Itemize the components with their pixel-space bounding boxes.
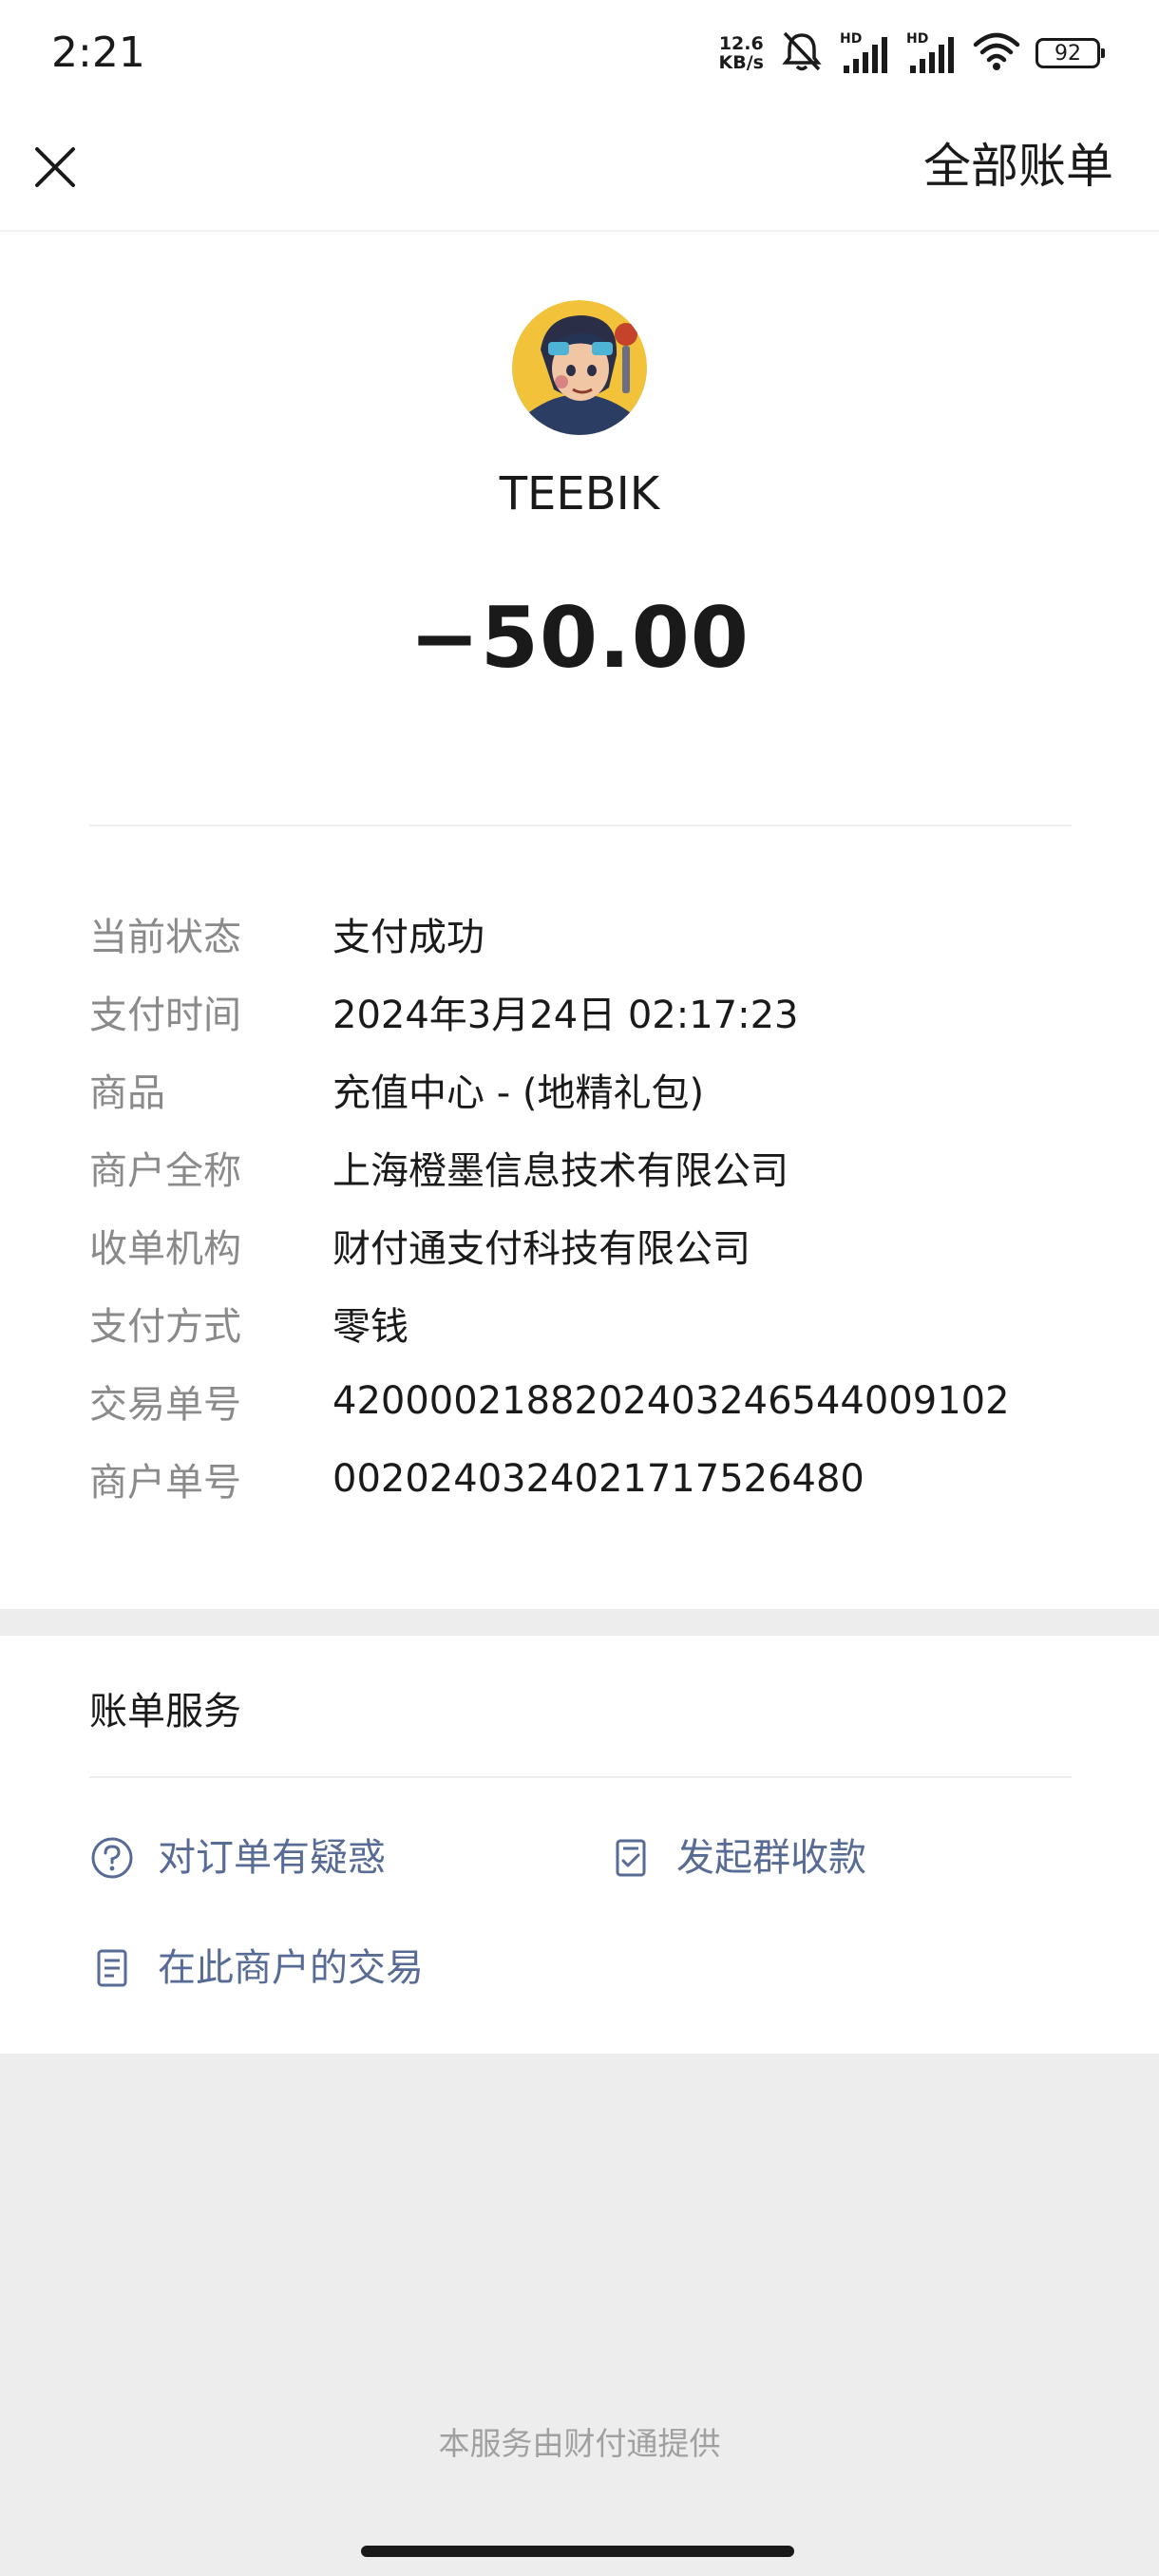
detail-value: 上海橙墨信息技术有限公司	[332, 1149, 788, 1193]
home-indicator[interactable]	[361, 2546, 794, 2557]
mute-icon	[779, 29, 825, 77]
detail-value: 002024032402171752648​0	[332, 1457, 864, 1501]
detail-value: 2024年3月24日 02:17:23	[332, 994, 799, 1037]
battery-level: 92	[1054, 41, 1081, 66]
divider	[89, 1776, 1072, 1778]
merchant-trades-label: 在此商户的交易	[158, 1946, 424, 1990]
merchant-avatar[interactable]	[512, 300, 647, 435]
order-question-button[interactable]: 对订单有疑惑	[89, 1831, 386, 1885]
status-time: 2:21	[51, 28, 145, 77]
group-collect-button[interactable]: 发起群收款	[608, 1831, 866, 1885]
wifi-icon	[973, 31, 1020, 75]
detail-row-transaction-id: 交易单号 4200002188202403246544009102	[89, 1362, 1072, 1440]
signal-strength-2-icon: HD	[906, 31, 958, 75]
status-bar: 2:21 12.6 KB/s HD HD 92	[0, 0, 1159, 106]
detail-row-merchant-fullname: 商户全称 上海橙墨信息技术有限公司	[89, 1128, 1072, 1206]
detail-value: 零钱	[332, 1305, 408, 1349]
detail-row-acquirer: 收单机构 财付通支付科技有限公司	[89, 1206, 1072, 1284]
status-icons: 12.6 KB/s HD HD 92	[719, 28, 1105, 78]
question-circle-icon	[89, 1835, 135, 1881]
detail-label: 收单机构	[89, 1227, 241, 1271]
battery-icon: 92	[1036, 38, 1105, 68]
detail-row-payment-method: 支付方式 零钱	[89, 1284, 1072, 1362]
merchant-name: TEEBIK	[499, 467, 660, 521]
detail-label: 交易单号	[89, 1383, 241, 1427]
detail-label: 当前状态	[89, 916, 241, 959]
transaction-amount: −50.00	[408, 589, 750, 687]
detail-list: 当前状态 支付成功 支付时间 2024年3月24日 02:17:23 商品 充值…	[89, 895, 1072, 1518]
detail-label: 商户单号	[89, 1461, 241, 1505]
detail-value: 4200002188202403246544009102	[332, 1379, 1010, 1423]
close-button[interactable]	[28, 141, 82, 194]
order-question-label: 对订单有疑惑	[158, 1836, 386, 1880]
detail-value: 支付成功	[332, 916, 484, 959]
nav-bar: 全部账单	[0, 106, 1159, 232]
bill-service-section: 账单服务 对订单有疑惑 发起群收款 在此商户的交易	[0, 1636, 1159, 2054]
detail-row-status: 当前状态 支付成功	[89, 895, 1072, 973]
merchant-trades-button[interactable]: 在此商户的交易	[89, 1941, 424, 1995]
detail-label: 商品	[89, 1071, 165, 1115]
bill-service-title: 账单服务	[89, 1690, 241, 1733]
network-speed-value: 12.6	[718, 33, 764, 54]
network-speed-unit: KB/s	[718, 52, 764, 73]
transaction-detail-card: TEEBIK −50.00 当前状态 支付成功 支付时间 2024年3月24日 …	[0, 232, 1159, 1609]
detail-label: 支付时间	[89, 994, 241, 1037]
detail-row-merchant-order-id: 商户单号 002024032402171752648​0	[89, 1440, 1072, 1518]
document-icon	[89, 1945, 135, 1991]
provider-notice: 本服务由财付通提供	[438, 2425, 721, 2462]
detail-label: 商户全称	[89, 1149, 241, 1193]
close-icon	[35, 147, 75, 187]
detail-row-product: 商品 充值中心 - (地精礼包)	[89, 1051, 1072, 1128]
detail-value: 财付通支付科技有限公司	[332, 1227, 750, 1271]
signal-strength-icon: HD	[840, 31, 891, 75]
all-bills-link[interactable]: 全部账单	[923, 135, 1113, 198]
group-collect-label: 发起群收款	[676, 1836, 866, 1880]
network-speed: 12.6 KB/s	[719, 34, 764, 72]
divider	[89, 824, 1072, 826]
detail-value: 充值中心 - (地精礼包)	[332, 1071, 705, 1115]
checklist-icon	[608, 1835, 654, 1881]
detail-label: 支付方式	[89, 1305, 241, 1349]
detail-row-payment-time: 支付时间 2024年3月24日 02:17:23	[89, 973, 1072, 1051]
